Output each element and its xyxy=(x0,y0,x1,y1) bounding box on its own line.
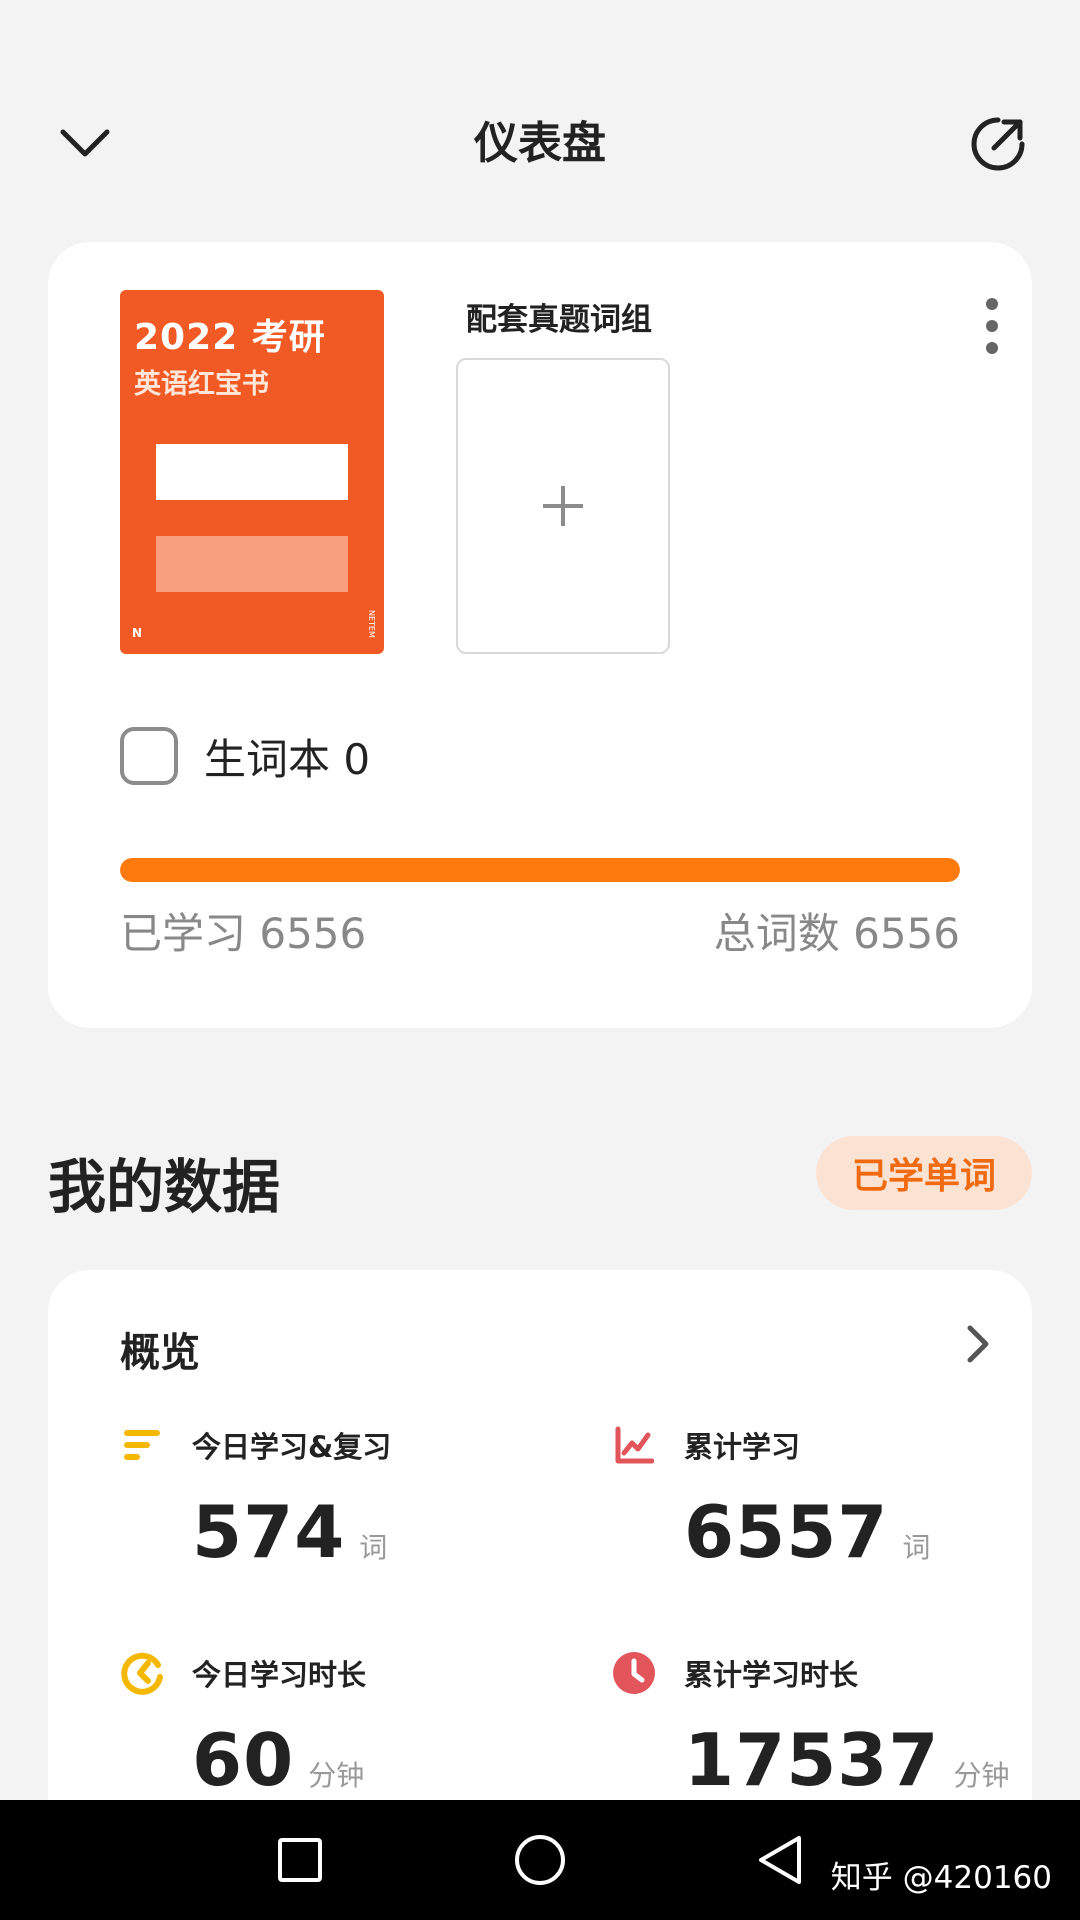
stat-value: 6557 xyxy=(684,1490,889,1574)
cover-year: 2022 考研 xyxy=(134,317,326,358)
stat-unit: 词 xyxy=(359,1531,388,1564)
chevron-right-icon[interactable] xyxy=(958,1320,998,1368)
total-count: 总词数 6556 xyxy=(713,909,960,958)
new-words-toggle[interactable]: 生词本 0 xyxy=(120,726,370,786)
overview-title: 概览 xyxy=(120,1330,200,1376)
stat-unit: 分钟 xyxy=(953,1759,1010,1792)
stat-unit: 词 xyxy=(902,1531,931,1564)
learned-count: 已学习 6556 xyxy=(120,909,367,958)
stat-label: 今日学习时长 xyxy=(192,1658,367,1692)
triangle-back-icon[interactable] xyxy=(750,1830,810,1890)
cover-mark-left: N xyxy=(132,626,143,640)
book-cover[interactable]: 2022 考研 英语红宝书 N NETEM xyxy=(120,290,384,654)
plus-icon xyxy=(543,486,583,526)
clock-icon xyxy=(612,1651,656,1695)
stat-value: 574 xyxy=(192,1490,346,1574)
stat-unit: 分钟 xyxy=(308,1759,365,1792)
top-bar: 仪表盘 xyxy=(0,100,1080,190)
square-icon[interactable] xyxy=(270,1830,330,1890)
new-words-checkbox[interactable] xyxy=(120,727,178,785)
progress-fill xyxy=(120,858,960,882)
circle-icon[interactable] xyxy=(510,1830,570,1890)
timer-icon xyxy=(120,1651,164,1695)
cover-mark-right: NETEM xyxy=(367,610,376,638)
related-phrases-label: 配套真题词组 xyxy=(466,302,652,338)
stat-label: 今日学习&复习 xyxy=(192,1430,392,1464)
stat-total-time: 累计学习时长 17537 分钟 xyxy=(612,1648,1010,1802)
share-arrow-icon[interactable] xyxy=(964,110,1032,178)
page-title: 仪表盘 xyxy=(474,118,606,169)
my-data-title: 我的数据 xyxy=(48,1153,281,1221)
line-chart-icon xyxy=(612,1423,656,1467)
watermark-text: 知乎 @420160 xyxy=(830,1860,1052,1896)
system-nav-bar: 知乎 @420160 xyxy=(0,1800,1080,1920)
stat-total-words: 累计学习 6557 词 xyxy=(612,1420,930,1574)
new-words-label: 生词本 0 xyxy=(204,734,371,784)
cover-white-bar xyxy=(156,444,348,500)
stat-label: 累计学习 xyxy=(684,1430,801,1464)
learning-progress-bar xyxy=(120,858,960,882)
stat-value: 60 xyxy=(192,1718,295,1802)
learned-words-filter-button[interactable]: 已学单词 xyxy=(816,1136,1032,1210)
more-vertical-icon[interactable] xyxy=(980,298,1004,354)
wordbook-card: 2022 考研 英语红宝书 N NETEM 配套真题词组 生词本 0 已学习 6… xyxy=(48,242,1032,1028)
stat-today-words: 今日学习&复习 574 词 xyxy=(120,1420,391,1574)
stat-today-time: 今日学习时长 60 分钟 xyxy=(120,1648,366,1802)
cover-subtitle: 英语红宝书 xyxy=(134,369,269,400)
stat-label: 累计学习时长 xyxy=(684,1658,859,1692)
add-phrase-book-button[interactable] xyxy=(456,358,670,654)
stat-value: 17537 xyxy=(684,1718,940,1802)
bars-icon xyxy=(120,1423,164,1467)
cover-light-bar xyxy=(156,536,348,592)
